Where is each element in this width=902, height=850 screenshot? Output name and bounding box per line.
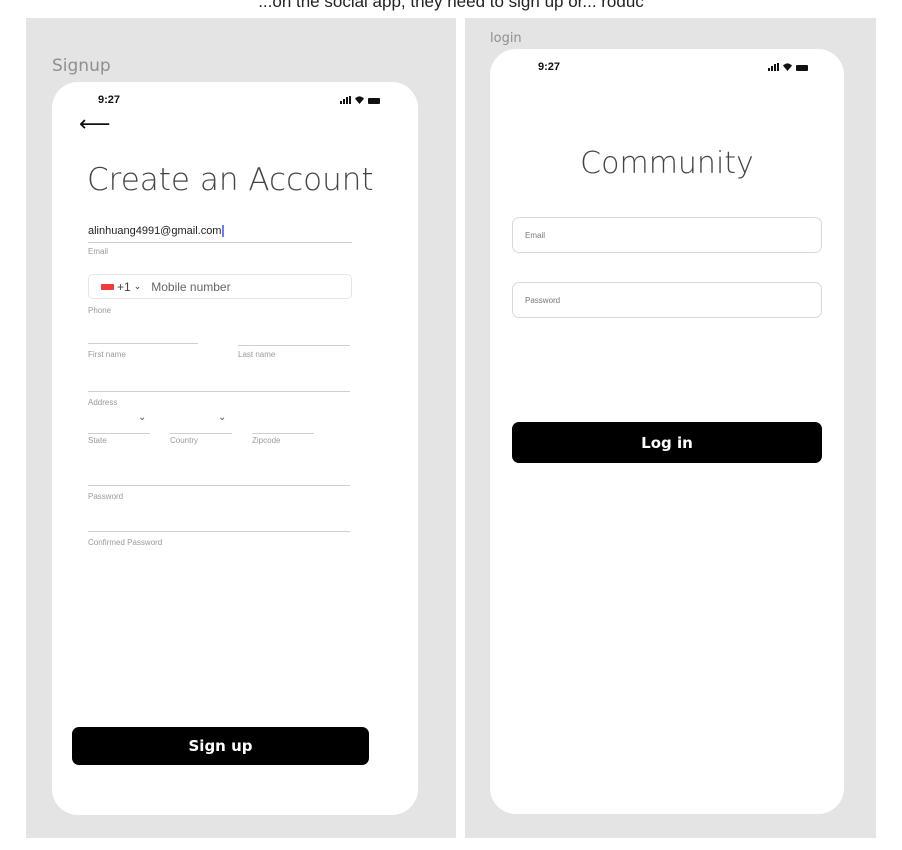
signup-phone-screen: 9:27 ⟵ Create an Account alinhuang4991@g…	[52, 82, 418, 815]
signup-frame-label: Signup	[52, 56, 111, 76]
chevron-down-icon[interactable]: ⌄	[138, 412, 146, 423]
first-name-label: First name	[88, 350, 126, 359]
chevron-down-icon[interactable]: ⌄	[134, 281, 142, 292]
address-label: Address	[88, 398, 118, 407]
password-field[interactable]	[88, 466, 350, 486]
country-label: Country	[170, 436, 199, 445]
email-value: alinhuang4991@gmail.com	[88, 225, 222, 237]
sign-up-button[interactable]: Sign up	[72, 727, 369, 765]
chevron-down-icon[interactable]: ⌄	[218, 412, 226, 423]
top-caption: ...on the social app, they need to sign …	[258, 0, 644, 11]
status-icons	[768, 62, 808, 71]
phone-label: Phone	[88, 306, 112, 315]
wifi-icon	[783, 63, 792, 71]
last-name-field[interactable]	[238, 326, 350, 346]
password-label: Password	[88, 492, 124, 501]
status-icons	[340, 95, 380, 104]
password-input[interactable]	[512, 282, 822, 318]
zipcode-label: Zipcode	[252, 436, 281, 445]
country-code[interactable]: +1	[117, 280, 131, 294]
battery-icon	[796, 65, 808, 71]
page-title: Create an Account	[87, 162, 374, 198]
last-name-label: Last name	[238, 350, 276, 359]
status-time: 9:27	[538, 61, 561, 73]
address-field[interactable]	[88, 372, 350, 392]
signup-artboard: Signup 9:27 ⟵ Create an Account alinhuan…	[26, 18, 456, 838]
signal-icon	[768, 63, 779, 71]
wifi-icon	[355, 96, 364, 104]
battery-icon	[368, 98, 380, 104]
phone-field[interactable]: +1 ⌄ Mobile number	[88, 274, 352, 299]
status-time: 9:27	[98, 94, 121, 106]
country-flag-icon[interactable]	[101, 283, 114, 290]
mobile-number-placeholder[interactable]: Mobile number	[151, 280, 230, 294]
log-in-button[interactable]: Log in	[512, 422, 822, 463]
confirm-password-label: Confirmed Password	[88, 538, 163, 547]
text-caret	[222, 225, 225, 238]
app-title: Community	[580, 146, 754, 181]
login-artboard: login 9:27 Community Log in	[465, 18, 876, 838]
signal-icon	[340, 96, 351, 104]
login-phone-screen: 9:27 Community Log in	[490, 49, 844, 814]
confirm-password-field[interactable]	[88, 512, 350, 532]
email-field[interactable]: alinhuang4991@gmail.com	[88, 225, 352, 243]
back-arrow-icon[interactable]: ⟵	[79, 114, 111, 136]
email-input[interactable]	[512, 217, 822, 253]
zipcode-field[interactable]	[252, 414, 314, 434]
login-frame-label: login	[490, 31, 522, 46]
first-name-field[interactable]	[88, 324, 198, 344]
state-label: State	[88, 436, 107, 445]
email-label: Email	[88, 247, 109, 256]
